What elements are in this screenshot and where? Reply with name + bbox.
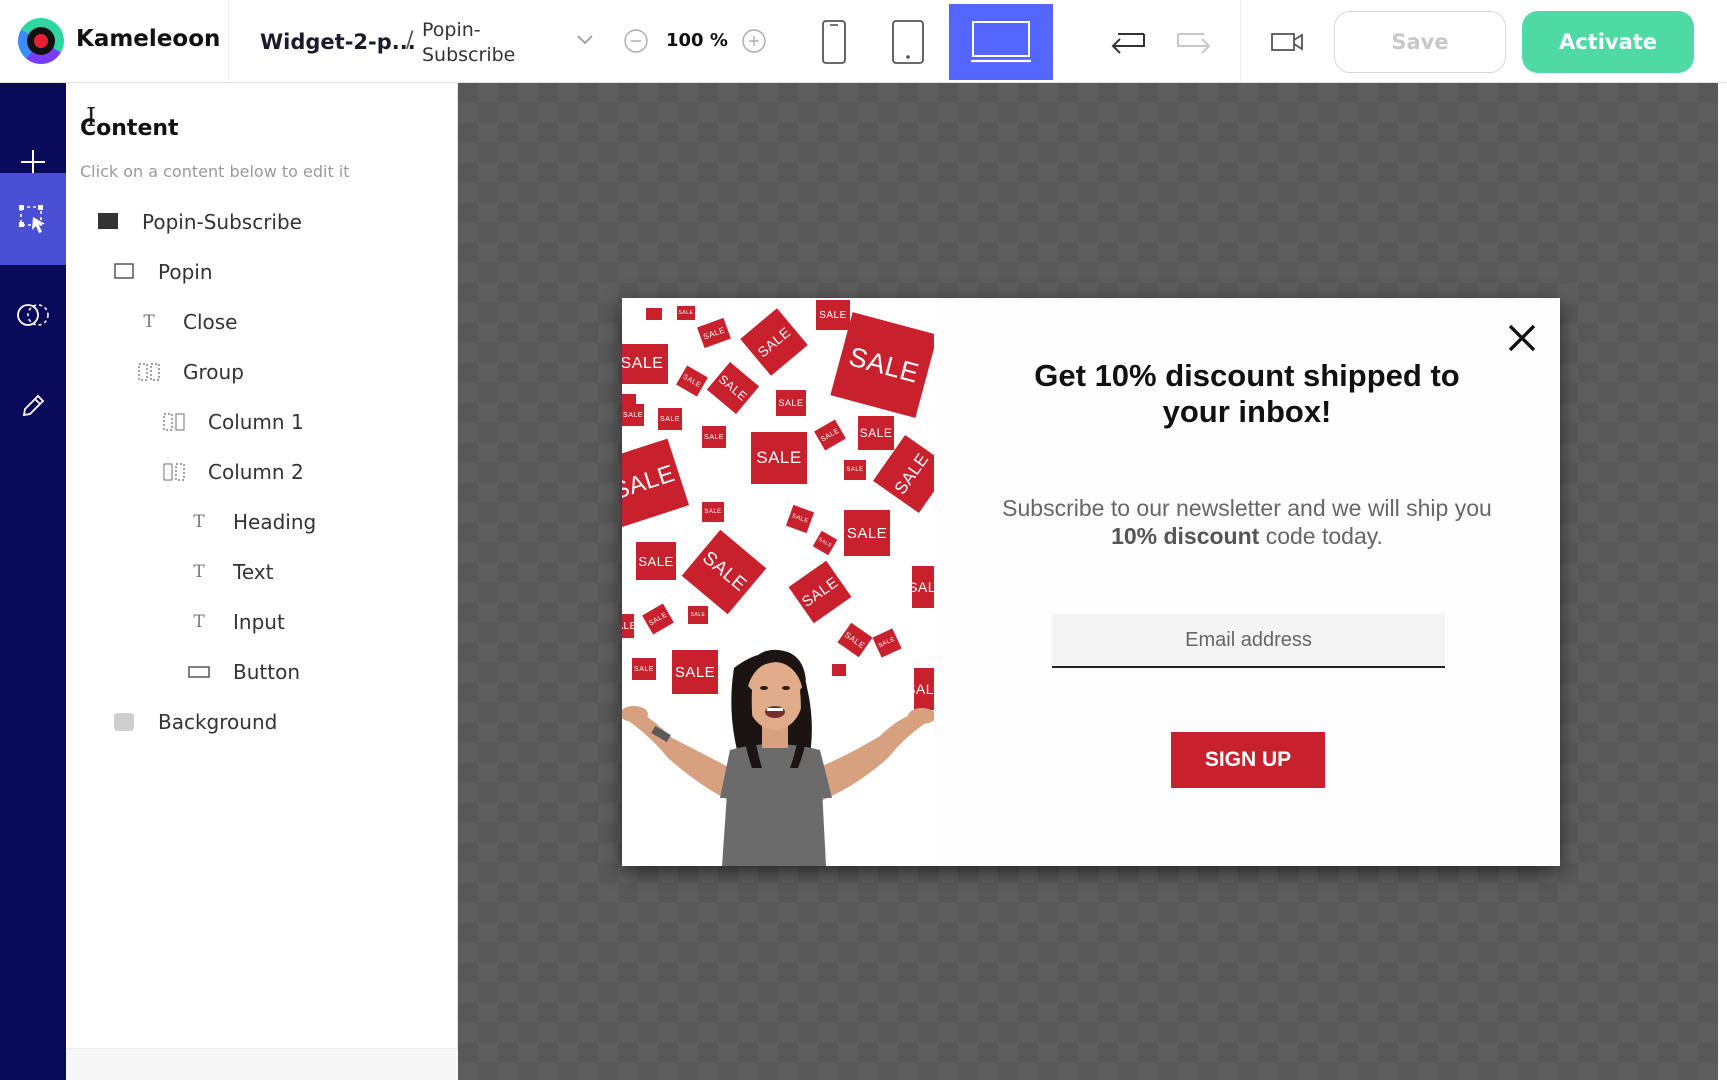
tree-item-close[interactable]: T Close [137,302,237,342]
pencil-icon [22,394,45,417]
tree-item-popin[interactable]: Popin [112,252,213,292]
background-swatch-icon [112,710,136,734]
tree-item-column-1[interactable]: Column 1 [162,402,304,442]
device-tablet-button[interactable] [880,4,936,80]
page-name[interactable]: Popin-Subscribe [422,18,532,68]
tree-item-label: Close [183,310,238,334]
content-panel: I Content Click on a content below to ed… [66,83,458,1080]
tree-item-label: Popin-Subscribe [142,210,302,234]
woman-figure-image [622,649,934,866]
sign-up-button[interactable]: SIGN UP [1171,732,1325,788]
tree-item-label: Heading [233,510,317,534]
sale-woman-image: SALE SALE SALE SALE SALE SALE SALE SALE … [622,298,934,866]
tree-item-button[interactable]: Button [187,652,300,692]
tree-item-heading[interactable]: T Heading [187,502,316,542]
zoom-level: 100 % [666,30,728,51]
widget-name[interactable]: Widget-2-p... [260,30,416,54]
brand-name: Kameleoon [76,26,221,52]
text-icon: T [143,312,155,332]
desktop-icon [971,21,1031,63]
panel-footer [66,1048,458,1080]
tree-item-label: Text [233,560,274,584]
tree-item-label: Popin [158,260,213,284]
rail-targeting-button[interactable] [0,269,66,361]
tree-item-label: Background [158,710,278,734]
rail-edit-button[interactable] [0,360,66,452]
targeting-circles-icon [17,304,49,326]
popin-text-part: Subscribe to our newsletter and we will … [1002,495,1492,521]
kameleoon-logo-icon [18,18,64,64]
popin-subscribe[interactable]: SALE SALE SALE SALE SALE SALE SALE SALE … [622,298,1560,866]
redo-icon[interactable] [1174,28,1214,54]
panel-title: Content [80,116,179,141]
text-icon: T [193,512,205,532]
column-icon [162,410,186,434]
device-mobile-button[interactable] [806,4,862,80]
tree-item-popin-subscribe[interactable]: Popin-Subscribe [96,202,302,242]
tree-item-input[interactable]: T Input [187,602,285,642]
window-edge [1718,83,1727,1080]
activate-button[interactable]: Activate [1522,11,1694,73]
preview-video-icon[interactable] [1270,30,1304,54]
select-element-icon [19,205,45,233]
tree-item-label: Input [233,610,285,634]
tree-item-label: Group [183,360,244,384]
left-rail [0,83,66,1080]
tablet-icon [892,20,924,64]
close-icon[interactable] [1506,322,1538,354]
rail-content-button[interactable] [0,173,66,265]
tree-item-label: Button [233,660,300,684]
square-outline-icon [112,260,136,284]
tree-item-text[interactable]: T Text [187,552,273,592]
divider [228,0,229,82]
tree-item-label: Column 2 [208,460,304,484]
button-icon [187,660,211,684]
column-icon [162,460,186,484]
mobile-icon [822,20,846,64]
tree-item-label: Column 1 [208,410,304,434]
popin-text-bold: 10% discount [1111,523,1260,549]
panel-subtitle: Click on a content below to edit it [80,162,350,181]
popin-text[interactable]: Subscribe to our newsletter and we will … [977,494,1517,550]
chevron-down-icon[interactable] [574,28,596,50]
zoom-in-icon[interactable] [742,29,766,53]
popin-text-part: code today. [1259,523,1383,549]
undo-icon[interactable] [1108,28,1148,54]
plus-icon [21,150,45,174]
popin-heading[interactable]: Get 10% discount shipped to your inbox! [1002,358,1492,430]
filled-square-icon [96,210,120,234]
text-icon: T [193,562,205,582]
columns-icon [137,360,161,384]
tree-item-background[interactable]: Background [112,702,277,742]
save-button[interactable]: Save [1334,11,1506,73]
tree-item-column-2[interactable]: Column 2 [162,452,304,492]
device-desktop-button[interactable] [949,4,1053,80]
breadcrumb-separator: / [406,28,414,53]
tree-item-group[interactable]: Group [137,352,244,392]
zoom-out-icon[interactable] [624,29,648,53]
top-bar: Kameleoon Widget-2-p... / Popin-Subscrib… [0,0,1727,83]
divider [1240,0,1241,82]
email-field[interactable] [1052,614,1445,668]
text-icon: T [193,612,205,632]
